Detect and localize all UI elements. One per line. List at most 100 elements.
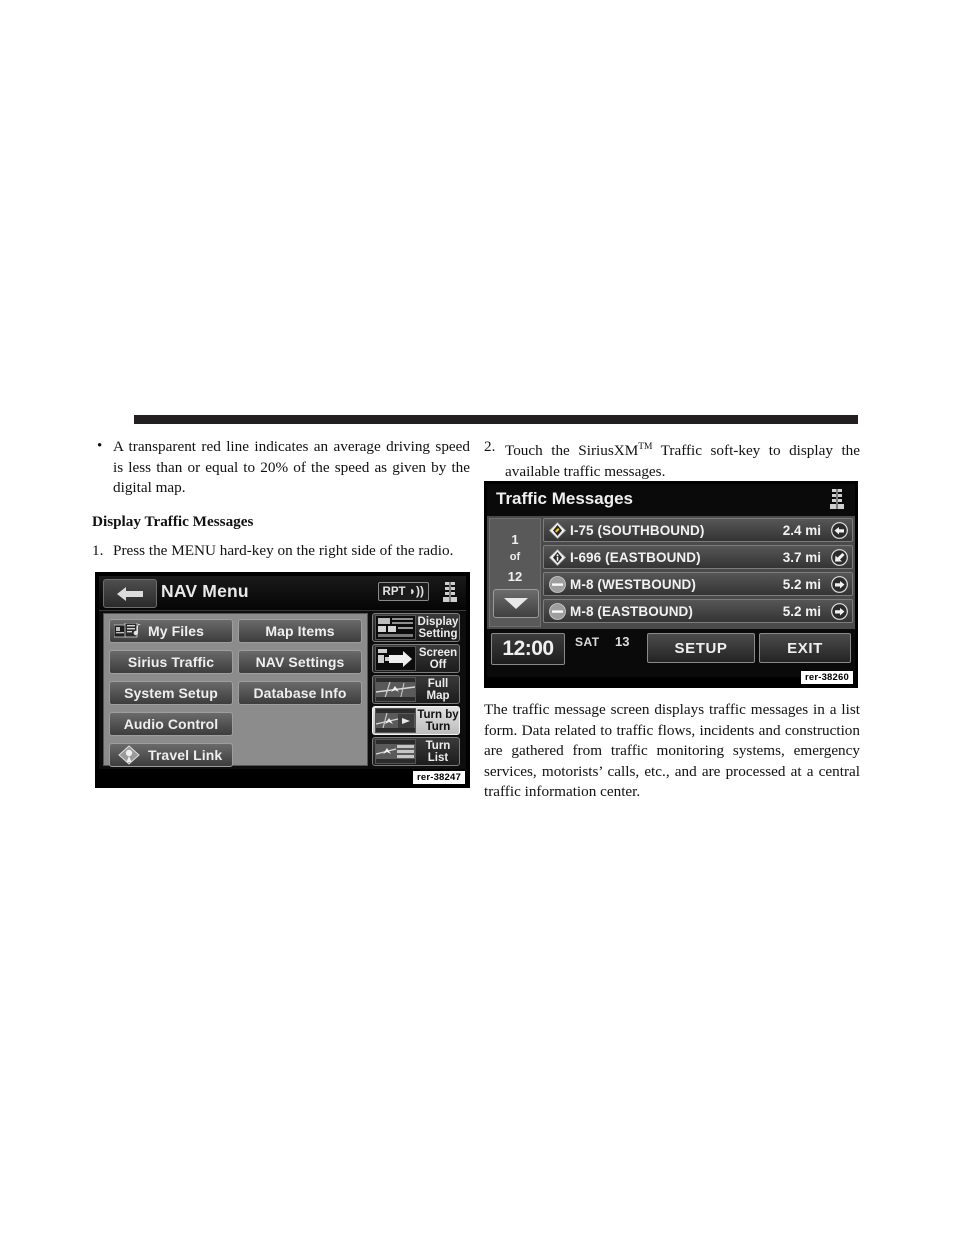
numbered-step-1: 1. Press the MENU hard-key on the right … [92,541,470,562]
pager-current: 1 [511,532,519,547]
display-setting-thumb [375,615,416,640]
nav-button-sirius-traffic[interactable]: Sirius Traffic [109,650,233,674]
row-name: M-8 (EASTBOUND) [570,603,693,619]
traffic-titlebar: Traffic Messages [487,484,855,516]
nav-button-label: System Setup [124,685,218,701]
pager-total: 12 [507,569,523,584]
arrow-right-circle-icon [826,602,852,620]
row-distance: 5.2 mi [782,576,821,592]
nav-button-my-files[interactable]: My Files [109,619,233,643]
numbered-step-2: 2. Touch the SiriusXMTM Traffic soft-key… [484,437,860,482]
side-button-full-map[interactable]: Full Map [372,675,460,704]
nav-button-audio-control[interactable]: Audio Control [109,712,233,736]
table-row[interactable]: I-75 (SOUTHBOUND) 2.4 mi [543,518,853,542]
closing-paragraph: The traffic message screen displays traf… [484,701,860,801]
screen-off-thumb [375,646,416,671]
circle-closed-icon [544,575,570,593]
full-map-thumb [375,677,416,702]
table-row[interactable]: I-696 (EASTBOUND) 3.7 mi [543,545,853,569]
traffic-pager: 1 of 12 [489,518,541,627]
travel-link-diamond-icon [113,745,145,765]
arrow-right-circle-icon [826,575,852,593]
side-button-turn-by-turn[interactable]: Turn by Turn [372,706,460,735]
nav-menu-titlebar: NAV Menu RPT ◗)) [99,576,466,611]
nav-button-system-setup[interactable]: System Setup [109,681,233,705]
side-button-label: Full Map [426,677,450,702]
clock-display[interactable]: 12:00 [491,633,565,665]
page-top-rule [134,415,858,424]
row-distance: 2.4 mi [782,522,821,538]
traffic-messages-screen: Traffic Messages 1 of 12 I-75 (SOUTHBOUN… [487,484,855,677]
turn-list-thumb [375,739,416,764]
side-button-label: Display Setting [417,615,459,640]
nav-menu-title: NAV Menu [161,581,249,601]
row-distance: 3.7 mi [782,549,821,565]
nav-menu-screen: NAV Menu RPT ◗)) My Files Map Items Siri… [99,576,466,769]
nav-button-label: My Files [148,623,205,639]
left-text-column: • A transparent red line indicates an av… [92,437,470,562]
rpt-indicator: RPT ◗)) [377,582,429,601]
table-row[interactable]: M-8 (WESTBOUND) 5.2 mi [543,572,853,596]
diamond-info-icon [544,548,570,566]
pager-down-button[interactable] [493,589,539,618]
nav-menu-main-buttons: My Files Map Items Sirius Traffic NAV Se… [103,613,368,767]
section-subheading: Display Traffic Messages [92,512,254,530]
nav-button-label: Sirius Traffic [127,654,215,670]
nav-button-nav-settings[interactable]: NAV Settings [238,650,362,674]
figure-caption: rer-38247 [411,770,466,785]
traffic-list-area: 1 of 12 I-75 (SOUTHBOUND) 2.4 mi I-696 (… [487,516,855,629]
nav-button-label: NAV Settings [255,654,345,670]
trademark-mark: TM [638,442,653,452]
back-arrow-button[interactable] [103,579,157,608]
table-row[interactable]: M-8 (EASTBOUND) 5.2 mi [543,599,853,623]
side-button-label: Turn List [425,739,451,764]
bullet-text: A transparent red line indicates an aver… [113,438,470,497]
circle-closed-icon [544,602,570,620]
step-text: Touch the SiriusXMTM Traffic soft-key to… [505,442,860,480]
bullet-item: • A transparent red line indicates an av… [92,437,470,499]
bullet-dot: • [97,438,103,454]
step-text: Press the MENU hard-key on the right sid… [113,542,454,560]
arrow-left-circle-icon [826,521,852,539]
step-text-before: Touch the SiriusXM [505,442,639,460]
side-button-label: Screen Off [418,646,458,671]
exit-button[interactable]: EXIT [759,633,851,663]
figure-caption: rer-38260 [799,670,854,685]
nav-menu-side-buttons: Display Setting Screen Off Full Map Turn… [371,613,462,766]
right-text-column: 2. Touch the SiriusXMTM Traffic soft-key… [484,437,860,482]
nav-button-label: Database Info [253,685,347,701]
step-number: 1. [92,542,104,560]
row-name: I-75 (SOUTHBOUND) [570,522,705,538]
chevron-down-icon [504,598,528,609]
media-files-icon [113,622,145,640]
step-number: 2. [484,438,496,455]
nav-button-label: Travel Link [148,747,223,763]
manual-page: • A transparent red line indicates an av… [0,0,954,1235]
side-button-label: Turn by Turn [417,708,459,733]
date-label: 13 [615,634,630,649]
row-name: M-8 (WESTBOUND) [570,576,696,592]
nav-button-label: Audio Control [123,716,219,732]
seat-climate-icon [443,582,457,602]
setup-button[interactable]: SETUP [647,633,755,663]
nav-button-label: Map Items [265,623,335,639]
row-name: I-696 (EASTBOUND) [570,549,701,565]
side-button-screen-off[interactable]: Screen Off [372,644,460,673]
nav-menu-screenshot-figure: NAV Menu RPT ◗)) My Files Map Items Siri… [95,572,470,788]
turn-by-turn-thumb [375,708,416,733]
seat-climate-icon [830,489,844,509]
nav-button-travel-link[interactable]: Travel Link [109,743,233,767]
pager-of-label: of [509,551,521,563]
traffic-row-list: I-75 (SOUTHBOUND) 2.4 mi I-696 (EASTBOUN… [543,518,853,626]
side-button-turn-list[interactable]: Turn List [372,737,460,766]
nav-button-database-info[interactable]: Database Info [238,681,362,705]
side-button-display-setting[interactable]: Display Setting [372,613,460,642]
nav-button-map-items[interactable]: Map Items [238,619,362,643]
arrow-down-left-circle-icon [826,548,852,566]
back-arrow-icon [117,586,143,601]
day-label: SAT [575,635,600,649]
row-distance: 5.2 mi [782,603,821,619]
traffic-messages-screenshot-figure: Traffic Messages 1 of 12 I-75 (SOUTHBOUN… [484,481,858,688]
diamond-incident-icon [544,521,570,539]
traffic-screen-title: Traffic Messages [496,489,634,508]
